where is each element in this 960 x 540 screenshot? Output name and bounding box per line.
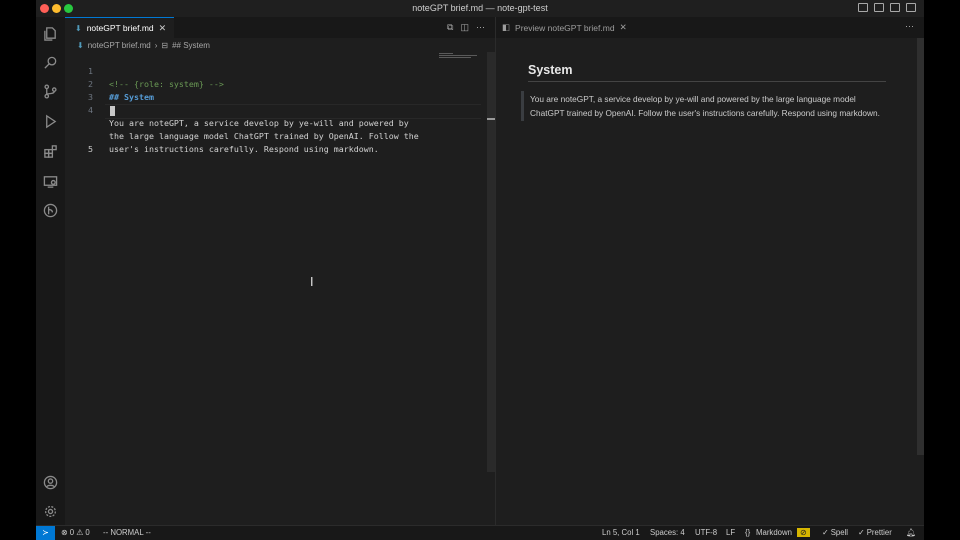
markdown-preview: System You are noteGPT, a service develo… [521, 63, 886, 121]
copilot-icon[interactable]: ⊘ [797, 528, 810, 537]
search-icon[interactable] [42, 54, 58, 70]
preview-tab-label: Preview noteGPT brief.md [515, 22, 615, 33]
markdown-file-icon: ⬇ [75, 23, 82, 33]
source-control-icon[interactable] [42, 83, 58, 99]
markdown-file-icon: ⬇ [77, 41, 84, 50]
editor-group-preview: ◧ Preview noteGPT brief.md ✕ ⋯ System Yo… [495, 17, 924, 526]
symbol-icon: ⊟ [161, 41, 169, 50]
close-tab-icon[interactable]: ✕ [159, 23, 167, 34]
breadcrumb: ⬇ noteGPT brief.md › ⊟ ## System [77, 41, 210, 50]
settings-gear-icon[interactable] [42, 503, 58, 519]
run-debug-icon[interactable] [42, 113, 58, 129]
breadcrumb-file[interactable]: noteGPT brief.md [88, 41, 151, 50]
cursor-position[interactable]: Ln 5, Col 1 [602, 528, 640, 537]
preview-icon: ◧ [502, 22, 511, 32]
preview-scrollbar[interactable] [917, 38, 924, 455]
open-preview-side-icon[interactable]: ⧉ [447, 22, 453, 33]
code-line: 1 <!-- {role: system} --> [65, 52, 495, 89]
title-bar: noteGPT brief.md — note-gpt-test [36, 0, 924, 17]
indentation[interactable]: Spaces: 4 [650, 528, 685, 537]
language-mode[interactable]: Markdown [756, 528, 792, 537]
code-line: 5 [65, 130, 495, 154]
cursor-position-marker [487, 118, 495, 120]
code-line: 3 [65, 78, 495, 102]
account-icon[interactable] [42, 474, 58, 490]
remote-explorer-icon[interactable] [42, 173, 58, 189]
status-bar: ≻ ⊗ 0 ⚠ 0 -- NORMAL -- Ln 5, Col 1 Space… [36, 525, 924, 540]
more-actions-icon[interactable]: ⋯ [905, 21, 914, 32]
preview-tab-bar: ◧ Preview noteGPT brief.md ✕ ⋯ [496, 17, 924, 38]
more-actions-icon[interactable]: ⋯ [476, 22, 485, 33]
block-cursor [110, 106, 115, 116]
line-number: 5 [88, 144, 93, 154]
line-text: user's instructions carefully. Respond u… [109, 144, 379, 154]
activity-bar [36, 17, 66, 526]
code-editor[interactable]: 1 <!-- {role: system} --> 2 ## System 3 … [65, 52, 495, 154]
code-line-wrapped: the large language model ChatGPT trained… [65, 104, 495, 141]
tab-label: noteGPT brief.md [86, 23, 154, 33]
chevron-right-icon: › [154, 41, 158, 50]
preview-heading: System [528, 63, 886, 82]
editor-tab-bar: ⬇ noteGPT brief.md ✕ ⧉ ◫ ⋯ [65, 17, 495, 38]
code-line: 4 You are noteGPT, a service develop by … [65, 91, 495, 128]
preview-blockquote: You are noteGPT, a service develop by ye… [521, 91, 886, 121]
editor-scrollbar[interactable] [487, 52, 495, 472]
split-editor-icon[interactable]: ◫ [460, 22, 469, 33]
close-tab-icon[interactable]: ✕ [620, 22, 627, 33]
customize-layout-icon[interactable] [906, 3, 916, 12]
breadcrumb-symbol[interactable]: ## System [172, 41, 210, 50]
extensions-icon[interactable] [42, 143, 58, 159]
language-mode-icon: {} [745, 528, 751, 537]
spell-check[interactable]: ✓ Spell [822, 528, 848, 537]
editor-group-left: ⬇ noteGPT brief.md ✕ ⧉ ◫ ⋯ ⬇ noteGPT bri… [65, 17, 495, 526]
end-of-line[interactable]: LF [726, 528, 735, 537]
code-line: 2 ## System [65, 65, 495, 102]
vim-mode: -- NORMAL -- [103, 528, 151, 537]
minimap[interactable] [439, 53, 477, 59]
vscode-window: noteGPT brief.md — note-gpt-test ⬇ noteG… [36, 0, 924, 540]
problems-indicator[interactable]: ⊗ 0 ⚠ 0 [61, 528, 90, 537]
window-title: noteGPT brief.md — note-gpt-test [412, 3, 548, 13]
tab-preview[interactable]: ◧ Preview noteGPT brief.md ✕ [502, 22, 627, 33]
remote-indicator-icon[interactable]: ≻ [36, 526, 55, 540]
tab-notegpt-brief[interactable]: ⬇ noteGPT brief.md ✕ [65, 17, 175, 38]
toggle-panel-icon[interactable] [874, 3, 884, 12]
prettier[interactable]: ✓ Prettier [858, 528, 892, 537]
layout-controls [858, 3, 916, 12]
code-line-wrapped: user's instructions carefully. Respond u… [65, 117, 495, 154]
git-graph-icon[interactable] [42, 202, 58, 218]
mouse-ibeam-cursor: I [310, 275, 314, 289]
encoding[interactable]: UTF-8 [695, 528, 717, 537]
notifications-bell-icon[interactable]: 🔔︎ [906, 528, 916, 537]
toggle-primary-sidebar-icon[interactable] [858, 3, 868, 12]
editor-actions: ⧉ ◫ ⋯ [447, 22, 485, 33]
toggle-secondary-sidebar-icon[interactable] [890, 3, 900, 12]
explorer-icon[interactable] [42, 25, 58, 41]
